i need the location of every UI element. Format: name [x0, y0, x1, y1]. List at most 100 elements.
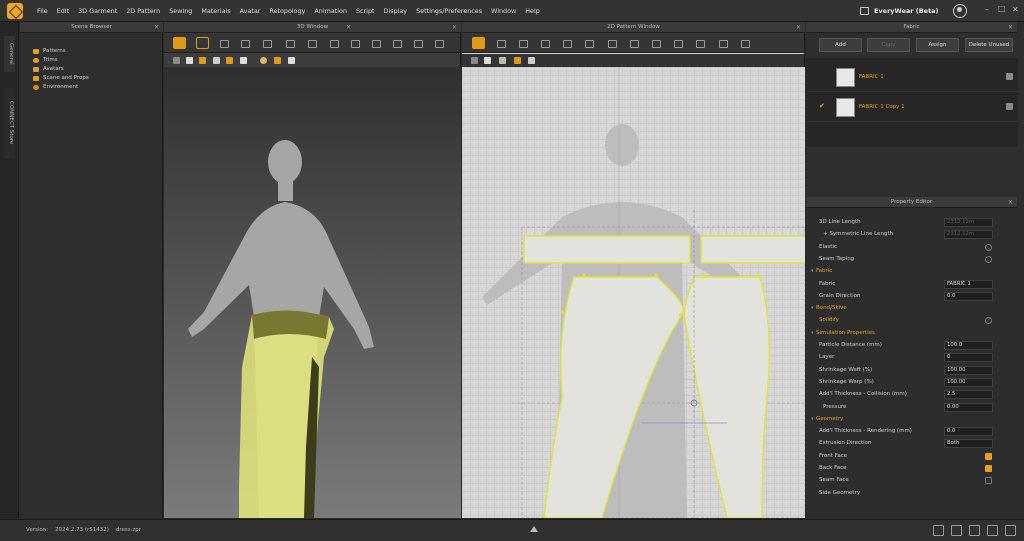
property-value-field[interactable]: FABRIC 1	[944, 279, 993, 289]
panel-close-icon[interactable]: ✕	[796, 22, 801, 33]
sewing-icon[interactable]	[348, 37, 361, 49]
property-checkbox[interactable]	[985, 477, 992, 485]
panel-close-icon[interactable]: ✕	[154, 22, 159, 33]
display-icon[interactable]	[484, 57, 491, 64]
pleat-icon[interactable]	[671, 37, 684, 49]
gizmo-tool-icon[interactable]	[196, 37, 209, 49]
property-value-field[interactable]: 100.0	[944, 341, 993, 350]
tab-connect-store[interactable]: CONNECT Store	[4, 88, 15, 158]
tree-item-environment[interactable]: Environment	[33, 83, 89, 92]
property-section-header[interactable]: ▾ Geometry	[806, 413, 1017, 426]
strap-icon[interactable]	[369, 37, 382, 49]
more-tools-icon[interactable]	[432, 37, 445, 49]
download-icon[interactable]	[1006, 103, 1013, 110]
gathering-icon[interactable]	[649, 37, 662, 49]
button-tool-icon[interactable]	[411, 37, 424, 49]
expand-up-icon[interactable]	[530, 526, 538, 532]
free-sewing-icon[interactable]	[627, 37, 640, 49]
property-checkbox[interactable]	[985, 317, 992, 325]
property-value-field[interactable]: 100.00	[944, 377, 993, 387]
display-icon[interactable]	[240, 57, 247, 64]
polygon-icon[interactable]	[516, 37, 529, 49]
property-value-field[interactable]: 0	[944, 353, 993, 363]
fabric-list-item[interactable]: FABRIC 1	[806, 63, 1018, 92]
measure-icon[interactable]	[327, 37, 340, 49]
tree-item-scene-props[interactable]: Scene and Props	[33, 74, 89, 83]
layout-split-icon[interactable]	[951, 525, 962, 536]
maximize-icon[interactable]: □	[998, 4, 1006, 13]
tack-icon[interactable]	[283, 37, 296, 49]
display-icon[interactable]	[186, 57, 193, 64]
display-icon[interactable]	[226, 57, 233, 64]
display-icon[interactable]	[528, 57, 535, 64]
pin-icon[interactable]	[305, 37, 318, 49]
brush-icon[interactable]	[238, 37, 251, 49]
select-mesh-icon[interactable]	[217, 37, 230, 49]
dart-icon[interactable]	[582, 37, 595, 49]
menu-retopology[interactable]: Retopology	[269, 7, 305, 15]
layout-3d-icon[interactable]	[969, 525, 980, 536]
property-section-header[interactable]: ▾ Fabric	[806, 265, 1017, 278]
tree-item-trims[interactable]: Trims	[33, 56, 89, 65]
panel-close-icon[interactable]: ✕	[452, 22, 457, 33]
collapse-icon[interactable]: ▾	[811, 265, 814, 278]
menu-sewing[interactable]: Sewing	[169, 7, 192, 15]
copy-fabric-button[interactable]: Copy	[867, 38, 910, 52]
menu-window[interactable]: Window	[491, 7, 516, 15]
property-value-field[interactable]: 2312.12m	[944, 230, 993, 240]
property-value-field[interactable]: 0.0	[944, 291, 993, 301]
property-value-field[interactable]: 0.0	[944, 427, 993, 437]
fold-arrange-icon[interactable]	[260, 37, 273, 49]
collapse-icon[interactable]: ▾	[811, 302, 814, 315]
tree-item-avatars[interactable]: Avatars	[33, 65, 89, 74]
user-avatar-icon[interactable]	[953, 4, 967, 18]
display-icon[interactable]	[471, 57, 478, 64]
tab-general[interactable]: General	[4, 36, 15, 72]
layout-icon[interactable]	[933, 525, 944, 536]
menu-materials[interactable]: Materials	[201, 7, 230, 15]
avatar-display-icon[interactable]	[213, 57, 220, 64]
menu-help[interactable]: Help	[525, 7, 540, 15]
texture-icon[interactable]	[693, 37, 706, 49]
menu-display[interactable]: Display	[384, 7, 408, 15]
property-value-field[interactable]: 2.5	[944, 390, 993, 400]
menu-settings[interactable]: Settings/Preferences	[416, 7, 482, 15]
2d-pattern-canvas[interactable]	[462, 67, 812, 519]
menu-animation[interactable]: Animation	[314, 7, 347, 15]
close-icon[interactable]: ✕	[1012, 5, 1019, 14]
fabric-list-item[interactable]: ✔ FABRIC 1 Copy 1	[806, 93, 1018, 122]
display-icon[interactable]	[288, 57, 295, 64]
transform-pattern-icon[interactable]	[472, 37, 485, 49]
edit-point-icon[interactable]	[494, 37, 507, 49]
add-fabric-button[interactable]: Add	[819, 38, 862, 52]
menu-script[interactable]: Script	[356, 7, 375, 15]
menu-file[interactable]: File	[37, 7, 48, 15]
trim-icon[interactable]	[390, 37, 403, 49]
menu-edit[interactable]: Edit	[57, 7, 69, 15]
delete-unused-button[interactable]: Delete Unused	[965, 38, 1013, 52]
menu-2d-pattern[interactable]: 2D Pattern	[126, 7, 160, 15]
property-value-field[interactable]: 2312.12m	[944, 218, 993, 227]
collapse-icon[interactable]: ▾	[811, 327, 814, 340]
display-icon[interactable]	[173, 57, 180, 64]
display-icon[interactable]	[499, 57, 506, 64]
property-checkbox[interactable]	[985, 452, 992, 460]
display-icon[interactable]	[274, 57, 281, 64]
menu-3d-garment[interactable]: 3D Garment	[78, 7, 117, 15]
property-section-header[interactable]: ▾ Simulation Properties	[806, 327, 1017, 340]
collapse-icon[interactable]: ▾	[811, 413, 814, 426]
garment-icon[interactable]	[738, 37, 751, 49]
fabric-edit-icon[interactable]	[716, 37, 729, 49]
app-logo-icon[interactable]	[7, 3, 23, 19]
segment-sewing-icon[interactable]	[605, 37, 618, 49]
avatar-icon[interactable]	[260, 57, 267, 64]
select-move-tool-icon[interactable]	[173, 37, 186, 49]
property-checkbox[interactable]	[985, 255, 992, 263]
property-value-field[interactable]: Both	[944, 439, 993, 449]
layout-full-icon[interactable]	[1005, 525, 1016, 536]
property-checkbox[interactable]	[985, 243, 992, 251]
minimize-icon[interactable]: –	[985, 5, 989, 14]
tree-item-patterns[interactable]: Patterns	[33, 47, 89, 56]
display-icon[interactable]	[514, 57, 521, 64]
property-value-field[interactable]: 0.00	[944, 402, 993, 412]
